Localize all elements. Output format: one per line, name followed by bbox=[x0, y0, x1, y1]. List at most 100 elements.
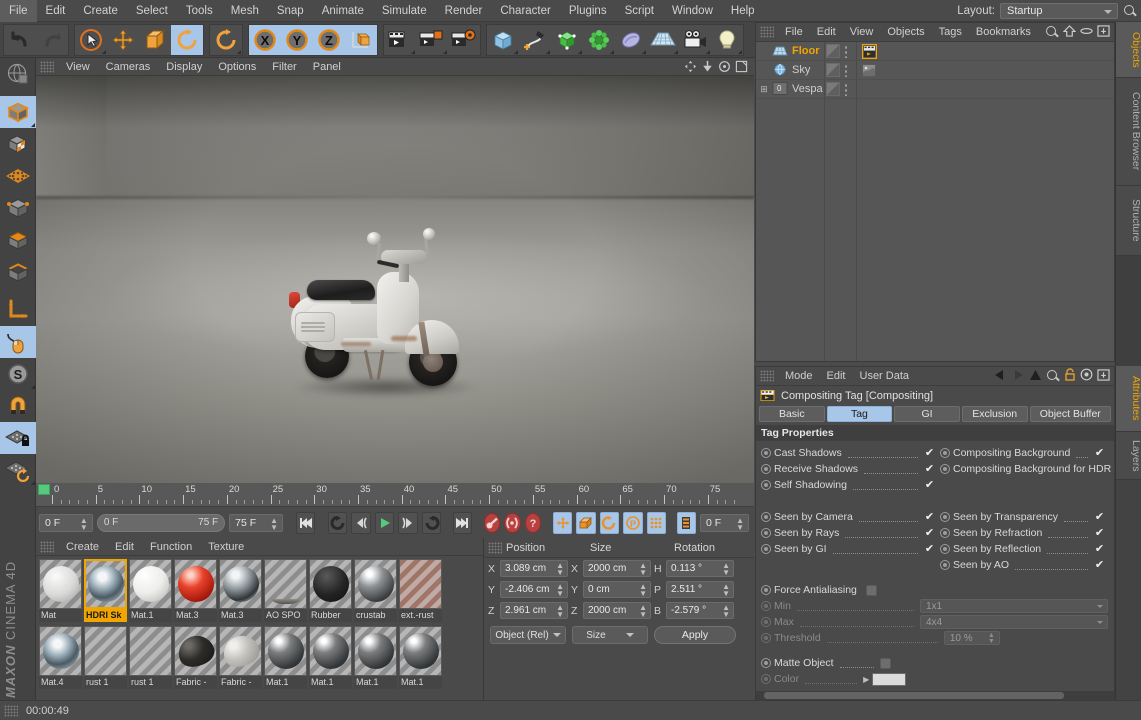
size-z-input[interactable]: 2000 cm ▲ ▼ bbox=[583, 602, 651, 619]
render-region-icon[interactable] bbox=[416, 24, 448, 55]
redo-icon[interactable] bbox=[36, 24, 68, 55]
spinner-icon[interactable]: ▲ ▼ bbox=[556, 583, 564, 598]
expand-toggle-icon[interactable]: ⊞ bbox=[756, 84, 772, 95]
go-to-end-icon[interactable] bbox=[452, 511, 472, 534]
property-checkbox[interactable]: ✔ bbox=[1094, 527, 1105, 539]
mograph-icon[interactable] bbox=[615, 24, 647, 55]
lock-icon[interactable] bbox=[1064, 368, 1076, 384]
object-tag-cell[interactable] bbox=[826, 82, 840, 96]
obj-menu-edit[interactable]: Edit bbox=[810, 23, 843, 42]
back-arrow-icon[interactable] bbox=[993, 369, 1007, 384]
record-param-icon[interactable]: P bbox=[623, 511, 643, 534]
keyframe-help-icon[interactable]: ? bbox=[524, 512, 541, 533]
axis-z-icon[interactable]: Z bbox=[313, 24, 345, 55]
scale-icon[interactable] bbox=[139, 24, 171, 55]
property-row[interactable]: Compositing Background ✔ bbox=[935, 445, 1114, 461]
matte-color-row[interactable]: Color ▶ bbox=[756, 671, 1114, 687]
go-to-end-prev-icon[interactable] bbox=[421, 511, 442, 534]
texture-tag-icon[interactable] bbox=[862, 64, 876, 80]
aa-max-dropdown[interactable]: 4x4 bbox=[920, 615, 1108, 629]
material-swatch[interactable]: Mat.1 bbox=[129, 559, 172, 624]
target-icon[interactable] bbox=[1080, 368, 1093, 384]
menu-help[interactable]: Help bbox=[722, 0, 764, 22]
matte-color-swatch[interactable] bbox=[872, 672, 907, 686]
object-visibility-dots[interactable] bbox=[844, 45, 848, 58]
autokey-icon[interactable] bbox=[504, 512, 521, 533]
menu-edit[interactable]: Edit bbox=[37, 0, 75, 22]
material-swatch[interactable]: Fabric - bbox=[173, 626, 218, 691]
pos-z-input[interactable]: 2.961 cm ▲ ▼ bbox=[500, 602, 568, 619]
material-swatch[interactable]: rust 1 bbox=[129, 626, 172, 691]
property-row[interactable]: Self Shadowing ✔ bbox=[756, 477, 935, 493]
deformer-icon[interactable] bbox=[583, 24, 615, 55]
spinner-icon[interactable]: ▲ ▼ bbox=[556, 604, 564, 619]
record-position-icon[interactable] bbox=[552, 511, 573, 534]
menu-create[interactable]: Create bbox=[74, 0, 127, 22]
panel-grip-icon[interactable] bbox=[40, 60, 54, 73]
dolly-icon[interactable] bbox=[700, 60, 714, 74]
material-swatch[interactable]: ext.-rust bbox=[399, 559, 442, 624]
rot-b-input[interactable]: -2.579 ° ▲ ▼ bbox=[666, 602, 734, 619]
material-swatch[interactable]: Fabric - bbox=[218, 626, 263, 691]
attr-menu-edit[interactable]: Edit bbox=[820, 367, 853, 386]
search-icon[interactable] bbox=[1046, 369, 1060, 383]
aa-max-row[interactable]: Max 4x4 bbox=[756, 614, 1114, 630]
tab-gi[interactable]: GI bbox=[894, 406, 960, 422]
panel-grip-icon[interactable] bbox=[760, 26, 774, 38]
material-swatch[interactable]: Rubber bbox=[309, 559, 352, 624]
material-swatch[interactable]: Mat.1 bbox=[309, 626, 352, 691]
menu-plugins[interactable]: Plugins bbox=[560, 0, 616, 22]
step-forward-icon[interactable] bbox=[398, 511, 418, 534]
snap-mouse-icon[interactable] bbox=[0, 326, 36, 358]
viewport-render[interactable] bbox=[36, 76, 754, 483]
move-icon[interactable] bbox=[107, 24, 139, 55]
property-checkbox[interactable]: ✔ bbox=[1094, 543, 1105, 555]
property-checkbox[interactable]: ✔ bbox=[924, 511, 935, 523]
material-menu-edit[interactable]: Edit bbox=[107, 538, 142, 556]
property-row[interactable]: Seen by Camera ✔ bbox=[756, 509, 935, 525]
object-row-floor[interactable]: Floor bbox=[756, 42, 1114, 61]
property-checkbox[interactable]: ✔ bbox=[1094, 559, 1105, 571]
vtab-layers[interactable]: Layers bbox=[1116, 432, 1141, 480]
light-icon[interactable] bbox=[711, 24, 743, 55]
rot-h-input[interactable]: 0.113 ° ▲ ▼ bbox=[666, 560, 734, 577]
polygons-mode-icon[interactable] bbox=[0, 224, 36, 256]
viewport-menu-options[interactable]: Options bbox=[210, 58, 264, 76]
aa-min-dropdown[interactable]: 1x1 bbox=[920, 599, 1108, 613]
scene-floor-icon[interactable] bbox=[647, 24, 679, 55]
record-key-icon[interactable] bbox=[483, 512, 501, 533]
material-swatch[interactable]: Mat.1 bbox=[264, 626, 307, 691]
spinner-icon[interactable]: ▲ ▼ bbox=[736, 516, 744, 531]
object-list[interactable]: Floor Sky ⊞ 0 Vespa bbox=[756, 42, 1114, 361]
workplane-rotate-icon[interactable] bbox=[0, 454, 36, 486]
material-swatch[interactable]: AO SPO bbox=[264, 559, 307, 624]
viewport-menu-view[interactable]: View bbox=[58, 58, 98, 76]
property-row[interactable]: Seen by GI ✔ bbox=[756, 541, 935, 557]
material-menu-function[interactable]: Function bbox=[142, 538, 200, 556]
material-swatch[interactable]: HDRI Sk bbox=[84, 559, 127, 624]
menu-script[interactable]: Script bbox=[616, 0, 663, 22]
material-swatch[interactable]: crustab bbox=[354, 559, 397, 624]
home-icon[interactable] bbox=[1062, 24, 1077, 40]
aa-min-row[interactable]: Min 1x1 bbox=[756, 598, 1114, 614]
panel-grip-icon[interactable] bbox=[4, 704, 18, 717]
spline-pen-icon[interactable] bbox=[519, 24, 551, 55]
pos-y-input[interactable]: -2.406 cm ▲ ▼ bbox=[500, 581, 568, 598]
menu-mesh[interactable]: Mesh bbox=[222, 0, 268, 22]
property-checkbox[interactable]: ✔ bbox=[924, 463, 935, 475]
property-row[interactable]: Receive Shadows ✔ bbox=[756, 461, 935, 477]
world-rotate-icon[interactable] bbox=[210, 24, 242, 55]
spinner-icon[interactable]: ▲ ▼ bbox=[639, 583, 647, 598]
texture-mode-icon[interactable] bbox=[0, 128, 36, 160]
menu-character[interactable]: Character bbox=[491, 0, 560, 22]
matte-object-row[interactable]: Matte Object bbox=[756, 655, 1114, 671]
workplane-lock-icon[interactable] bbox=[0, 422, 36, 454]
object-visibility-dots[interactable] bbox=[844, 64, 848, 77]
current-frame-input[interactable]: 0 F ▲ ▼ bbox=[39, 513, 93, 532]
obj-menu-bookmarks[interactable]: Bookmarks bbox=[969, 23, 1038, 42]
step-back-icon[interactable] bbox=[351, 511, 371, 534]
menu-simulate[interactable]: Simulate bbox=[373, 0, 436, 22]
tab-tag[interactable]: Tag bbox=[826, 406, 893, 422]
material-swatch[interactable]: Mat.3 bbox=[219, 559, 262, 624]
obj-menu-objects[interactable]: Objects bbox=[880, 23, 931, 42]
